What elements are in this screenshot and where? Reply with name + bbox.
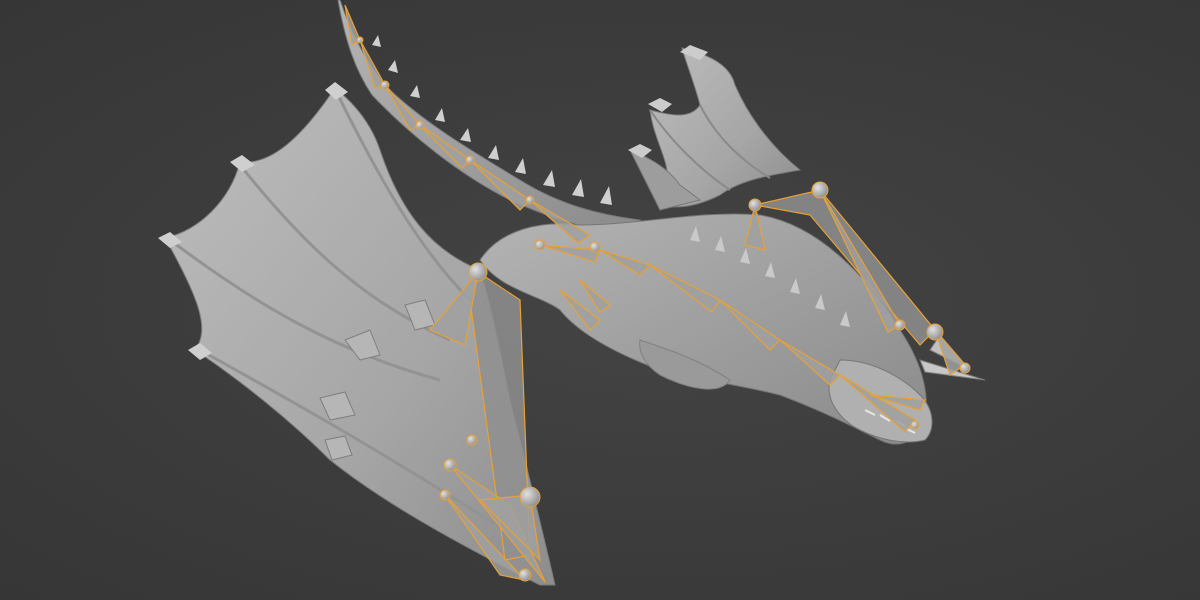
wing-claw-icon	[628, 144, 652, 158]
viewport-scene[interactable]	[0, 0, 1200, 600]
right-wing[interactable]	[628, 45, 802, 211]
3d-viewport[interactable]	[0, 0, 1200, 600]
